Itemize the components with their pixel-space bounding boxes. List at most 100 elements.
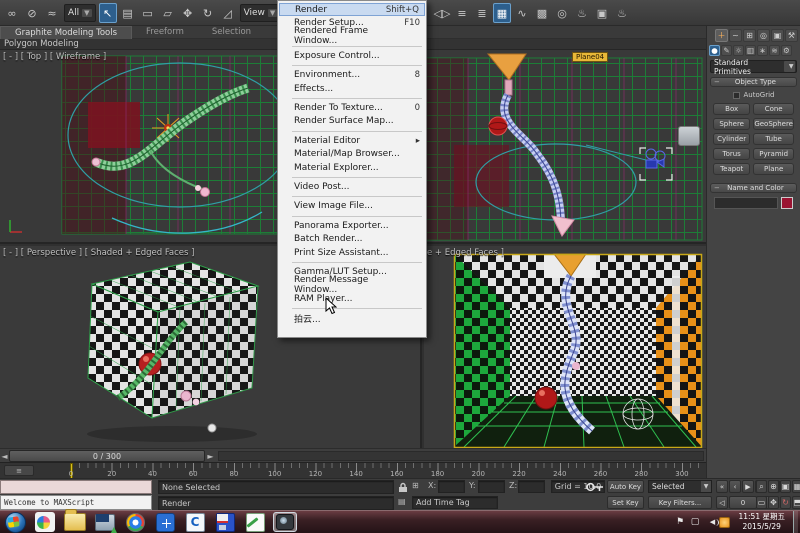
objtype-button-plane[interactable]: Plane: [753, 163, 794, 175]
autogrid-checkbox[interactable]: [733, 92, 740, 99]
menu-item-render-message-window[interactable]: Render Message Window...: [278, 279, 426, 292]
zoom-extents-all-icon[interactable]: ▦: [792, 480, 800, 493]
menu-item-view-image-file[interactable]: View Image File...: [278, 200, 426, 213]
viewport-camera-label[interactable]: e + Edged Faces ]: [427, 248, 504, 258]
macro-recorder-pane[interactable]: [0, 480, 152, 494]
select-and-move-icon[interactable]: ✥: [179, 3, 197, 23]
absolute-mode-icon[interactable]: ⊞: [412, 481, 419, 490]
select-by-name-icon[interactable]: ▤: [119, 3, 137, 23]
tray-volume-icon[interactable]: [704, 517, 715, 528]
show-desktop-button[interactable]: [793, 511, 798, 533]
red-sphere[interactable]: [535, 387, 557, 409]
tray-flag-icon[interactable]: [674, 517, 685, 528]
menu-item-material-editor[interactable]: Material Editor▸: [278, 134, 426, 147]
viewport-top-label[interactable]: [ - ] [ Top ] [ Wireframe ]: [3, 52, 106, 62]
ribbon-tab-graphite-modeling-tools[interactable]: Graphite Modeling Tools: [0, 26, 132, 39]
viewport-camera[interactable]: e + Edged Faces ]: [424, 246, 706, 448]
time-tag-icon[interactable]: ▤: [398, 497, 406, 506]
object-name-field[interactable]: [714, 197, 778, 209]
taskbar-capture-icon[interactable]: [273, 512, 297, 532]
select-and-scale-icon[interactable]: ◿: [219, 3, 237, 23]
category-lights-icon[interactable]: ☼: [733, 45, 744, 56]
viewport-front[interactable]: Plane04: [424, 50, 706, 244]
rendered-frame-window-icon[interactable]: ▣: [593, 3, 611, 23]
zoom-region-icon[interactable]: ▭: [756, 496, 767, 509]
menu-item-material-map-browser[interactable]: Material/Map Browser...: [278, 148, 426, 161]
menu-item-rendered-frame-window[interactable]: Rendered Frame Window...: [278, 30, 426, 43]
mini-curve-editor-button[interactable]: ≡: [4, 465, 34, 476]
mirror-icon[interactable]: ◁▷: [433, 3, 451, 23]
menu-item-render-to-texture[interactable]: Render To Texture...0: [278, 101, 426, 114]
time-slider-handle[interactable]: 0 / 300: [9, 450, 205, 462]
taskbar-caj-icon[interactable]: [183, 512, 207, 532]
category-helpers-icon[interactable]: ∗: [757, 45, 768, 56]
primitives-dropdown[interactable]: Standard Primitives ▼: [710, 60, 797, 73]
track-bar[interactable]: ≡ 02040608010012014016018020022024026028…: [0, 462, 706, 478]
polygon-modeling-panel-label[interactable]: Polygon Modeling: [0, 39, 79, 49]
taskbar-remote-icon[interactable]: [93, 512, 117, 532]
menu-item-render[interactable]: RenderShift+Q: [279, 3, 425, 16]
panel-tab-hierarchy-icon[interactable]: ⊞: [743, 29, 756, 42]
time-slider-prev-arrow[interactable]: ◄: [0, 450, 9, 462]
panel-tab-create-icon[interactable]: ＋: [715, 29, 728, 42]
manage-layers-icon[interactable]: ≣: [473, 3, 491, 23]
menu-item-environment[interactable]: Environment...8: [278, 69, 426, 82]
current-frame-field[interactable]: 0: [729, 496, 757, 509]
taskbar-start-icon[interactable]: [3, 512, 27, 532]
ribbon-tab-freeform[interactable]: Freeform: [132, 26, 198, 39]
category-systems-icon[interactable]: ⚙: [781, 45, 792, 56]
time-slider-track[interactable]: [218, 451, 704, 461]
menu-item-material-explorer[interactable]: Material Explorer...: [278, 161, 426, 174]
category-shapes-icon[interactable]: ✎: [721, 45, 732, 56]
panel-tab-utilities-icon[interactable]: ⚒: [785, 29, 798, 42]
time-slider-next-arrow[interactable]: ►: [206, 450, 215, 462]
objtype-button-torus[interactable]: Torus: [713, 148, 750, 160]
select-and-rotate-icon[interactable]: ↻: [199, 3, 217, 23]
taskbar-chrome-icon[interactable]: [123, 512, 147, 532]
maximize-viewport-toggle-icon[interactable]: ⬒: [792, 496, 800, 509]
maxscript-mini-listener[interactable]: Welcome to MAXScript: [0, 495, 152, 510]
menu-item-i28[interactable]: 拍云...: [278, 311, 426, 324]
red-sphere[interactable]: [489, 117, 507, 135]
panel-tab-display-icon[interactable]: ▣: [771, 29, 784, 42]
objtype-button-box[interactable]: Box: [713, 103, 750, 115]
go-to-start-button[interactable]: «: [716, 480, 728, 493]
select-and-link-icon[interactable]: ∞: [3, 3, 21, 23]
align-icon[interactable]: ≡: [453, 3, 471, 23]
y-coord-field[interactable]: [478, 480, 505, 493]
render-setup-icon[interactable]: ♨: [573, 3, 591, 23]
zoom-extents-icon[interactable]: ▣: [780, 480, 791, 493]
category-cameras-icon[interactable]: ▥: [745, 45, 756, 56]
key-filters-button[interactable]: Key Filters...: [648, 496, 712, 509]
taskbar-pinwheel-icon[interactable]: [33, 512, 57, 532]
unlink-selection-icon[interactable]: ⊘: [23, 3, 41, 23]
objtype-button-cone[interactable]: Cone: [753, 103, 794, 115]
zoom-icon[interactable]: ⌕: [756, 480, 767, 493]
taskbar-explorer-icon[interactable]: [63, 512, 87, 532]
menu-item-batch-render[interactable]: Batch Render...: [278, 232, 426, 245]
objtype-button-geosphere[interactable]: GeoSphere: [753, 118, 794, 130]
add-time-tag-field[interactable]: Add Time Tag: [412, 496, 498, 509]
schematic-view-icon[interactable]: ▩: [533, 3, 551, 23]
material-editor-icon[interactable]: ◎: [553, 3, 571, 23]
taskbar-floppy-icon[interactable]: [213, 512, 237, 532]
z-coord-field[interactable]: [518, 480, 545, 493]
reference-coordinate-dropdown[interactable]: View▼: [240, 4, 282, 22]
pan-hand-icon[interactable]: ✥: [768, 496, 779, 509]
key-mode-toggle-button[interactable]: ◁: [716, 496, 728, 509]
objtype-button-cylinder[interactable]: Cylinder: [713, 133, 750, 145]
object-color-swatch[interactable]: [781, 197, 793, 209]
panel-tab-motion-icon[interactable]: ◎: [757, 29, 770, 42]
red-plane-object[interactable]: [88, 102, 140, 148]
selection-set-dropdown[interactable]: Selected ▼: [648, 480, 712, 493]
viewport-perspective-label[interactable]: [ - ] [ Perspective ] [ Shaded + Edged F…: [3, 248, 194, 258]
menu-item-exposure-control[interactable]: Exposure Control...: [278, 49, 426, 62]
select-object-icon[interactable]: ↖: [99, 3, 117, 23]
menu-item-print-size-assistant[interactable]: Print Size Assistant...: [278, 246, 426, 259]
auto-key-button[interactable]: Auto Key: [607, 480, 644, 493]
selection-lock-icon[interactable]: [398, 482, 408, 493]
render-production-icon[interactable]: ♨: [613, 3, 631, 23]
set-key-button[interactable]: Set Key: [607, 496, 644, 509]
ribbon-tab-selection[interactable]: Selection: [198, 26, 265, 39]
rectangular-selection-region-icon[interactable]: ▭: [139, 3, 157, 23]
